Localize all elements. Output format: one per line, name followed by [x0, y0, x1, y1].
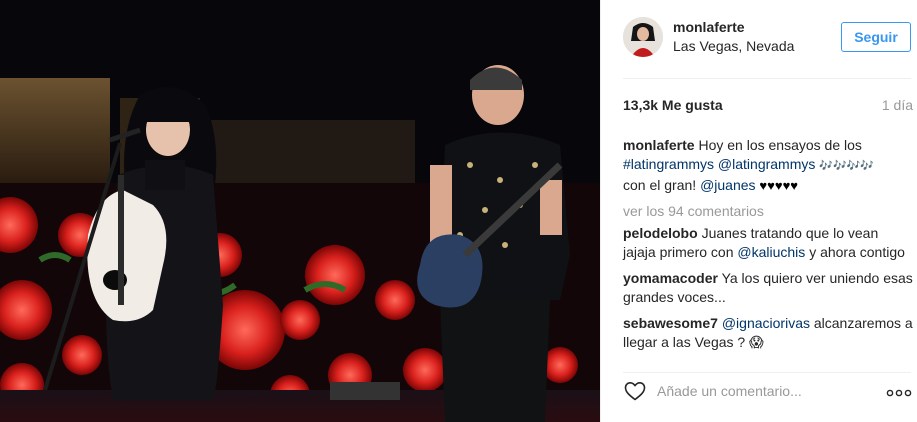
post-photo[interactable]	[0, 0, 600, 422]
mention-link[interactable]: @latingrammys	[718, 156, 815, 172]
mention-link[interactable]: @kaliuchis	[737, 244, 805, 260]
post-username[interactable]: monlaferte	[673, 19, 745, 35]
comment-username[interactable]: pelodelobo	[623, 225, 698, 241]
comments-list: monlaferte Hoy en los ensayos de los #la…	[623, 136, 913, 359]
add-comment-input[interactable]	[657, 379, 877, 403]
post-header: monlaferte Las Vegas, Nevada Seguir	[601, 0, 917, 78]
list-item: yomamacoder Ya los quiero ver uniendo es…	[623, 269, 913, 307]
heart-outline-icon[interactable]	[623, 379, 647, 403]
hearts-emoji: ♥♥♥♥♥	[759, 178, 799, 193]
post-location[interactable]: Las Vegas, Nevada	[673, 38, 794, 54]
avatar[interactable]	[623, 17, 663, 57]
post-viewer: monlaferte Las Vegas, Nevada Seguir 13,3…	[0, 0, 917, 422]
comment-username[interactable]: sebawesome7	[623, 315, 718, 331]
post-timestamp[interactable]: 1 día	[882, 97, 913, 113]
add-comment-row	[623, 373, 917, 413]
caption-text: Hoy en los ensayos de los	[698, 137, 862, 153]
hashtag-link[interactable]: #latingrammys	[623, 156, 714, 172]
emoji-text: 🎶🎶🎶🎶	[819, 160, 875, 172]
more-options-icon[interactable]	[885, 381, 913, 401]
likes-count[interactable]: 13,3k Me gusta	[623, 97, 723, 113]
caption: monlaferte Hoy en los ensayos de los #la…	[623, 136, 913, 195]
list-item: pelodelobo Juanes tratando que lo vean j…	[623, 224, 913, 262]
comment-text: y ahora contigo	[809, 244, 905, 260]
post-sidebar: monlaferte Las Vegas, Nevada Seguir 13,3…	[600, 0, 917, 422]
caption-username[interactable]: monlaferte	[623, 137, 695, 153]
view-all-comments-link[interactable]: ver los 94 comentarios	[623, 202, 913, 221]
caption-text-2: con el gran!	[623, 177, 697, 193]
likes-row: 13,3k Me gusta 1 día	[623, 97, 913, 115]
mention-link[interactable]: @ignaciorivas	[722, 315, 810, 331]
mention-link-juanes[interactable]: @juanes	[700, 177, 755, 193]
follow-button[interactable]: Seguir	[841, 22, 911, 52]
divider	[623, 78, 911, 79]
emoji-text: 😱	[749, 334, 764, 350]
list-item: sebawesome7 @ignaciorivas alcanzaremos a…	[623, 314, 913, 352]
comment-username[interactable]: yomamacoder	[623, 270, 718, 286]
